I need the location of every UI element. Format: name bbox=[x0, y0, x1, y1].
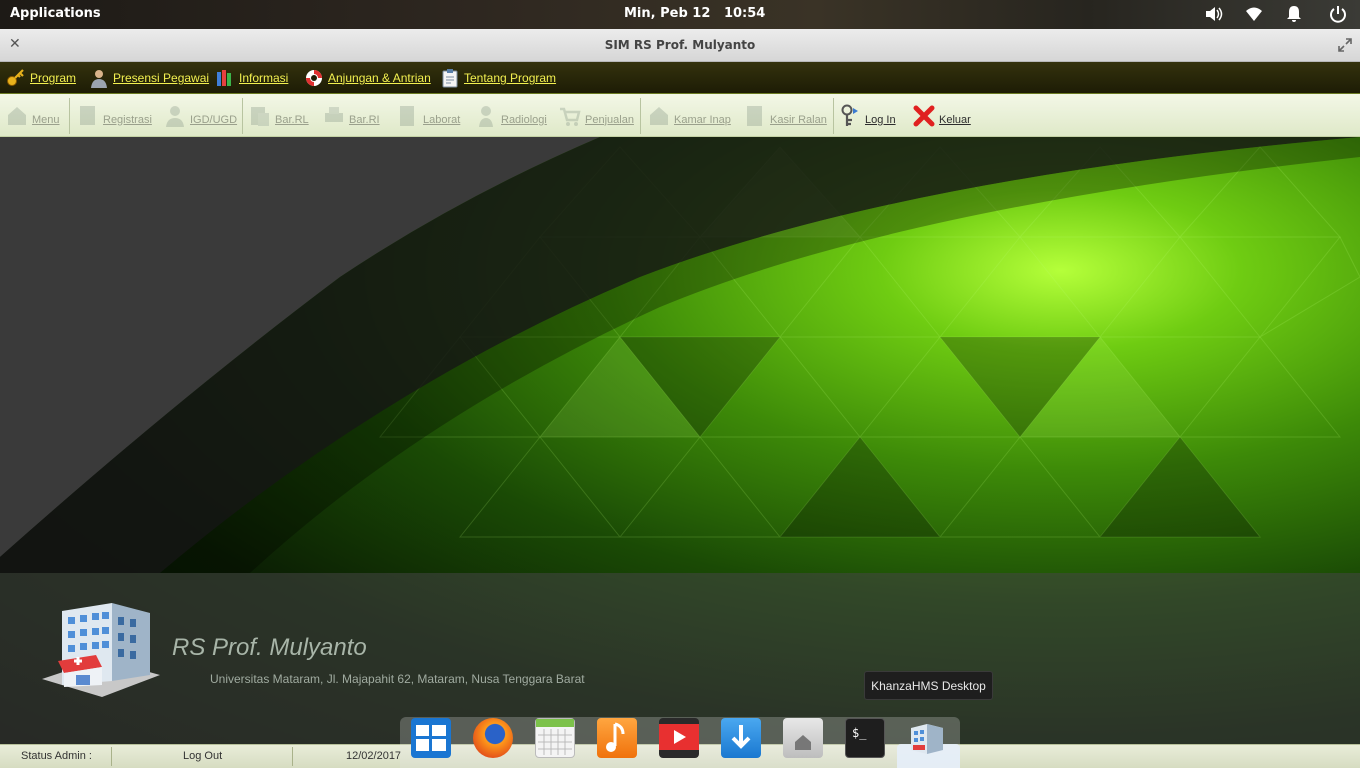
dock-tooltip: KhanzaHMS Desktop bbox=[864, 671, 993, 700]
lab-icon bbox=[397, 104, 419, 128]
employee-icon bbox=[89, 68, 109, 88]
toolbar-separator bbox=[69, 98, 70, 134]
status-admin: Status Admin : bbox=[21, 750, 92, 762]
logout-status[interactable]: Log Out bbox=[183, 750, 222, 762]
calendar-icon[interactable] bbox=[535, 718, 575, 758]
books-icon bbox=[215, 68, 235, 88]
home-icon bbox=[6, 104, 28, 128]
toolbar-bar-rl[interactable]: Bar.RL bbox=[249, 94, 309, 137]
applications-menu[interactable]: Applications bbox=[10, 6, 101, 21]
window-title: SIM RS Prof. Mulyanto bbox=[604, 38, 756, 52]
registration-icon bbox=[77, 104, 99, 128]
login-key-icon bbox=[839, 104, 861, 128]
multitasking-view-icon[interactable] bbox=[411, 718, 451, 758]
menu-presensi-pegawai[interactable]: Presensi Pegawai bbox=[89, 67, 209, 89]
firefox-icon[interactable] bbox=[473, 718, 513, 758]
menu-informasi[interactable]: Informasi bbox=[215, 67, 288, 89]
toolbar-radiologi[interactable]: Radiologi bbox=[475, 94, 547, 137]
menu-anjungan-antrian[interactable]: Anjungan & Antrian bbox=[304, 67, 431, 89]
exit-x-icon bbox=[913, 104, 935, 128]
menu-tentang-program[interactable]: Tentang Program bbox=[440, 67, 556, 89]
wifi-icon[interactable] bbox=[1244, 5, 1264, 23]
cashier-icon bbox=[744, 104, 766, 128]
svg-text:$_: $_ bbox=[852, 726, 867, 740]
videos-icon[interactable] bbox=[659, 718, 699, 758]
clock[interactable]: Min, Peb 12 10:54 bbox=[624, 6, 765, 21]
toolbar-penjualan[interactable]: Penjualan bbox=[559, 94, 634, 137]
toolbar-separator bbox=[640, 98, 641, 134]
toolbar-separator bbox=[242, 98, 243, 134]
toolbar-igd-ugd[interactable]: IGD/UGD bbox=[164, 94, 237, 137]
menu-program[interactable]: Program bbox=[6, 67, 76, 89]
status-separator bbox=[111, 747, 112, 766]
system-panel: Applications Min, Peb 12 10:54 bbox=[0, 0, 1360, 29]
toolbar-separator bbox=[833, 98, 834, 134]
notifications-icon[interactable] bbox=[1284, 5, 1304, 23]
power-icon[interactable] bbox=[1328, 5, 1348, 23]
doctor-icon bbox=[164, 104, 186, 128]
toolbar-kasir-ralan[interactable]: Kasir Ralan bbox=[744, 94, 827, 137]
cart-icon bbox=[559, 104, 581, 128]
volume-icon[interactable] bbox=[1204, 5, 1224, 23]
toolbar: Menu Registrasi IGD/UGD Bar.RL Bar.RI La… bbox=[0, 94, 1360, 137]
terminal-icon[interactable]: $_ bbox=[845, 718, 885, 758]
status-date: 12/02/2017 bbox=[346, 750, 402, 762]
toolbar-kamar-inap[interactable]: Kamar Inap bbox=[648, 94, 731, 137]
khanzahms-desktop-icon[interactable] bbox=[907, 718, 947, 758]
hospital-building-icon bbox=[38, 601, 164, 701]
clipboard-icon bbox=[440, 68, 460, 88]
toolbar-keluar[interactable]: Keluar bbox=[913, 94, 971, 137]
toolbar-log-in[interactable]: Log In bbox=[839, 94, 896, 137]
files-icon[interactable] bbox=[783, 718, 823, 758]
hospital-name: RS Prof. Mulyanto bbox=[172, 634, 367, 661]
hospital-address: Universitas Mataram, Jl. Majapahit 62, M… bbox=[210, 672, 585, 686]
lifebuoy-icon bbox=[304, 68, 324, 88]
radiology-icon bbox=[475, 104, 497, 128]
document-icon bbox=[249, 104, 271, 128]
music-icon[interactable] bbox=[597, 718, 637, 758]
maximize-icon[interactable] bbox=[1338, 37, 1352, 52]
key-icon bbox=[6, 68, 26, 88]
ward-icon bbox=[648, 104, 670, 128]
main-background: RS Prof. Mulyanto Universitas Mataram, J… bbox=[0, 137, 1360, 744]
toolbar-registrasi[interactable]: Registrasi bbox=[77, 94, 152, 137]
status-separator bbox=[292, 747, 293, 766]
printer-icon bbox=[323, 104, 345, 128]
appcenter-icon[interactable] bbox=[721, 718, 761, 758]
window-titlebar: ✕ SIM RS Prof. Mulyanto bbox=[0, 29, 1360, 62]
toolbar-bar-ri[interactable]: Bar.RI bbox=[323, 94, 380, 137]
toolbar-menu[interactable]: Menu bbox=[6, 94, 60, 137]
menu-bar: Program Presensi Pegawai Informasi Anjun… bbox=[0, 62, 1360, 94]
toolbar-laborat[interactable]: Laborat bbox=[397, 94, 460, 137]
